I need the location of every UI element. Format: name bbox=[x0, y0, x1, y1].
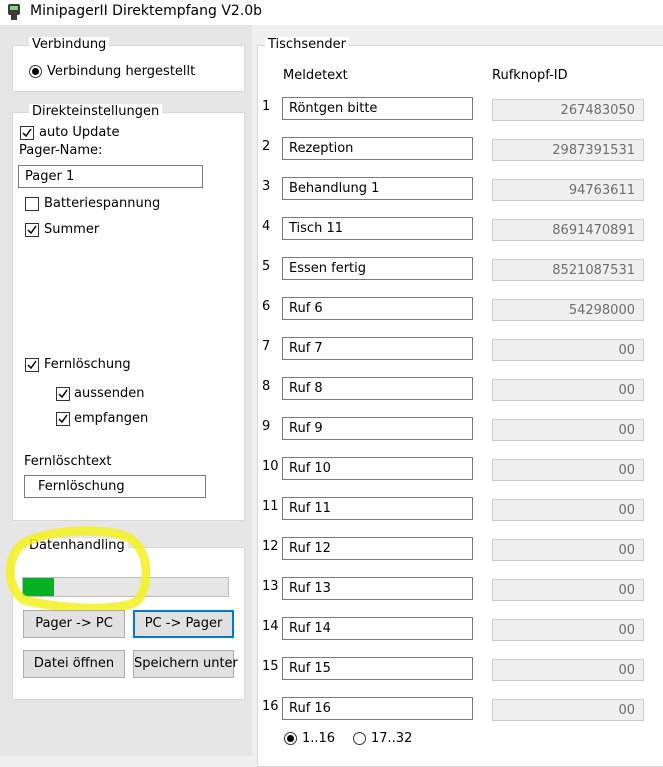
rufknopf-id-field: 8521087531 bbox=[492, 259, 644, 281]
row-number: 10 bbox=[262, 459, 279, 474]
checkmark-icon bbox=[58, 414, 68, 424]
meldetext-input[interactable]: Ruf 12 bbox=[282, 537, 473, 560]
rufknopf-id-field: 94763611 bbox=[492, 179, 644, 201]
row-number: 15 bbox=[262, 659, 279, 674]
row-number: 4 bbox=[262, 219, 271, 234]
summer-label: Summer bbox=[44, 222, 100, 237]
rufknopf-id-field: 00 bbox=[492, 379, 644, 401]
row-number: 9 bbox=[262, 419, 271, 434]
rufknopf-id-field: 54298000 bbox=[492, 299, 644, 321]
rufknopf-id-field: 00 bbox=[492, 539, 644, 561]
verbindung-status-label: Verbindung hergestellt bbox=[47, 64, 196, 79]
rufknopf-id-field: 00 bbox=[492, 499, 644, 521]
pager-name-label: Pager-Name: bbox=[19, 143, 103, 158]
checkmark-icon bbox=[58, 389, 68, 399]
checkmark-icon bbox=[27, 225, 37, 235]
auto-update-label: auto Update bbox=[39, 125, 120, 140]
row-number: 14 bbox=[262, 619, 279, 634]
batteriespannung-checkbox[interactable] bbox=[25, 197, 39, 211]
summer-checkbox[interactable] bbox=[25, 223, 39, 237]
rufknopf-id-field: 00 bbox=[492, 619, 644, 641]
datenhandling-group-label: Datenhandling bbox=[26, 538, 128, 553]
verbindung-group-label: Verbindung bbox=[29, 37, 110, 52]
meldetext-input[interactable]: Tisch 11 bbox=[282, 217, 473, 240]
rufknopf-id-field: 00 bbox=[492, 459, 644, 481]
row-number: 7 bbox=[262, 339, 271, 354]
row-number: 8 bbox=[262, 379, 271, 394]
batteriespannung-label: Batteriespannung bbox=[44, 196, 161, 211]
speichern-unter-button[interactable]: Speichern unter bbox=[133, 650, 238, 678]
tischsender-group-label: Tischsender bbox=[265, 37, 349, 52]
fernloeschtext-input[interactable]: Fernlöschung bbox=[24, 475, 206, 498]
rufknopf-id-field: 00 bbox=[492, 419, 644, 441]
direkteinstellungen-group-label: Direkteinstellungen bbox=[29, 104, 163, 119]
range-1-16-label: 1..16 bbox=[302, 731, 336, 746]
pager-app-icon bbox=[8, 4, 20, 20]
rufknopf-id-field: 267483050 bbox=[492, 99, 644, 121]
row-number: 5 bbox=[262, 259, 271, 274]
row-number: 16 bbox=[262, 699, 279, 714]
row-number: 13 bbox=[262, 579, 279, 594]
meldetext-input[interactable]: Ruf 8 bbox=[282, 377, 473, 400]
range-17-32-label: 17..32 bbox=[371, 731, 413, 746]
verbindung-status-radio[interactable] bbox=[29, 65, 42, 78]
row-number: 2 bbox=[262, 139, 271, 154]
checkmark-icon bbox=[27, 360, 37, 370]
checkmark-icon bbox=[22, 128, 32, 138]
fernloeschung-checkbox[interactable] bbox=[25, 358, 39, 372]
empfangen-checkbox[interactable] bbox=[56, 412, 70, 426]
window-title: MinipagerII Direktempfang V2.0b bbox=[30, 3, 263, 19]
rufknopf-id-field: 00 bbox=[492, 699, 644, 721]
fernloeschung-label: Fernlöschung bbox=[44, 357, 131, 372]
meldetext-input[interactable]: Behandlung 1 bbox=[282, 177, 473, 200]
row-number: 1 bbox=[262, 99, 271, 114]
rufknopf-id-field: 00 bbox=[492, 339, 644, 361]
meldetext-input[interactable]: Ruf 13 bbox=[282, 577, 473, 600]
aussenden-label: aussenden bbox=[74, 386, 145, 401]
meldetext-input[interactable]: Ruf 15 bbox=[282, 657, 473, 680]
rufknopf-id-field: 00 bbox=[492, 579, 644, 601]
row-number: 3 bbox=[262, 179, 271, 194]
fernloeschtext-label: Fernlöschtext bbox=[24, 454, 112, 469]
meldetext-input[interactable]: Ruf 14 bbox=[282, 617, 473, 640]
rufknopf-id-field: 8691470891 bbox=[492, 219, 644, 241]
meldetext-input[interactable]: Ruf 7 bbox=[282, 337, 473, 360]
pager-to-pc-button[interactable]: Pager -> PC bbox=[23, 610, 125, 638]
meldetext-input[interactable]: Rezeption bbox=[282, 137, 473, 160]
datei-oeffnen-button[interactable]: Datei öffnen bbox=[23, 650, 125, 678]
row-number: 6 bbox=[262, 299, 271, 314]
title-bar: MinipagerII Direktempfang V2.0b bbox=[0, 0, 663, 25]
rufknopf-id-field: 00 bbox=[492, 659, 644, 681]
pager-name-input[interactable]: Pager 1 bbox=[18, 165, 203, 188]
meldetext-input[interactable]: Ruf 11 bbox=[282, 497, 473, 520]
rufknopf-id-column-header: Rufknopf-ID bbox=[492, 68, 568, 83]
pc-to-pager-button[interactable]: PC -> Pager bbox=[133, 610, 234, 638]
empfangen-label: empfangen bbox=[74, 411, 149, 426]
row-number: 12 bbox=[262, 539, 279, 554]
progress-bar-fill bbox=[23, 578, 54, 596]
meldetext-input[interactable]: Ruf 6 bbox=[282, 297, 473, 320]
meldetext-input[interactable]: Röntgen bitte bbox=[282, 97, 473, 120]
range-17-32-radio[interactable] bbox=[353, 732, 366, 745]
range-1-16-radio[interactable] bbox=[284, 732, 297, 745]
meldetext-column-header: Meldetext bbox=[283, 68, 348, 83]
meldetext-input[interactable]: Essen fertig bbox=[282, 257, 473, 280]
progress-bar bbox=[22, 577, 229, 597]
meldetext-input[interactable]: Ruf 9 bbox=[282, 417, 473, 440]
auto-update-checkbox[interactable] bbox=[20, 126, 34, 140]
meldetext-input[interactable]: Ruf 10 bbox=[282, 457, 473, 480]
rufknopf-id-field: 2987391531 bbox=[492, 139, 644, 161]
meldetext-input[interactable]: Ruf 16 bbox=[282, 697, 473, 720]
aussenden-checkbox[interactable] bbox=[56, 387, 70, 401]
row-number: 11 bbox=[262, 499, 279, 514]
